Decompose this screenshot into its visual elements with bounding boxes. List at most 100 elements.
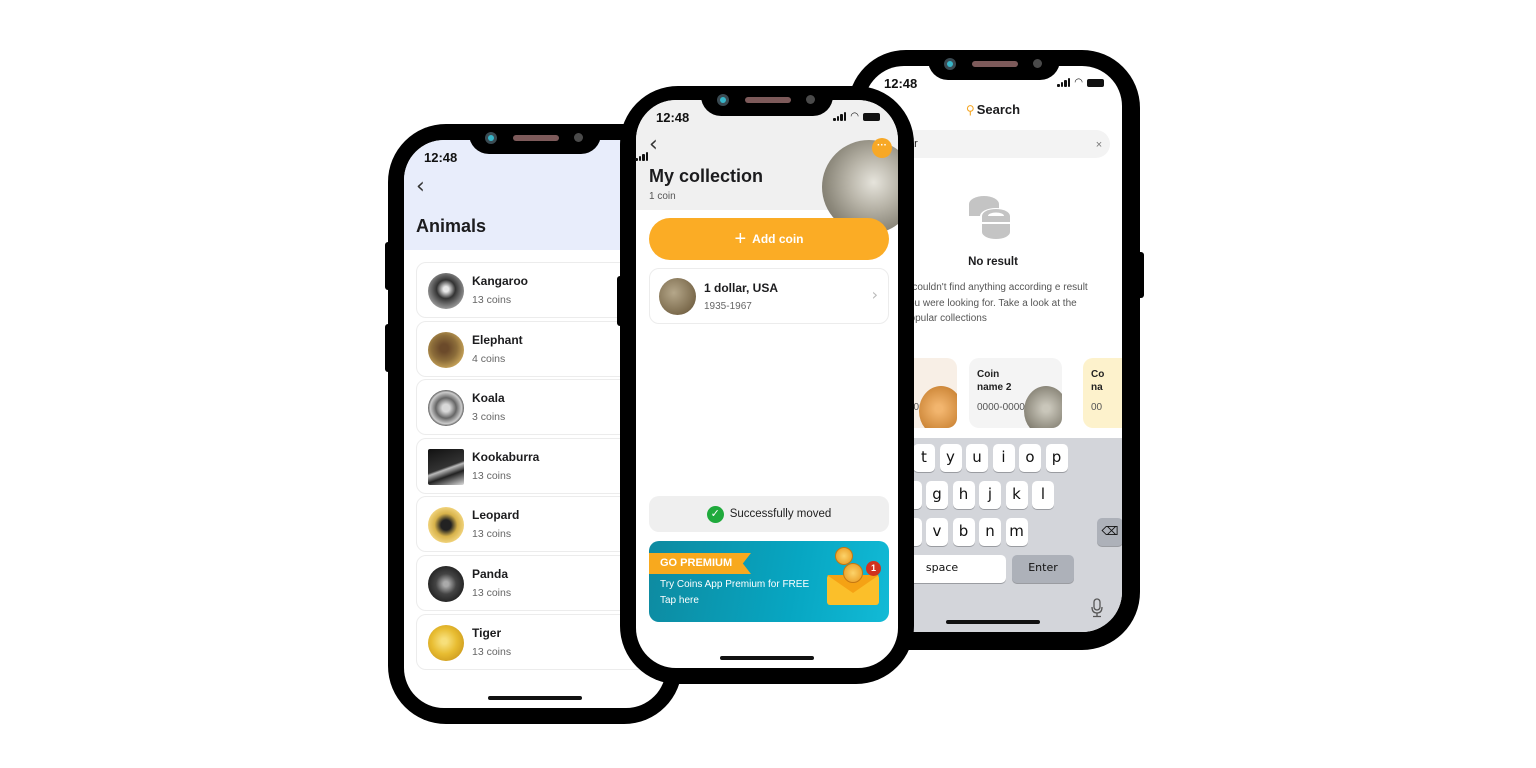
key-p[interactable]: p — [1045, 444, 1068, 472]
toast-message: Successfully moved — [729, 508, 832, 520]
item-count: 3 coins — [472, 411, 506, 424]
volume-button — [617, 276, 623, 326]
coin-thumbnail — [428, 507, 464, 544]
key-g[interactable]: g — [926, 481, 948, 509]
add-coin-label: Add coin — [752, 232, 804, 246]
home-indicator — [488, 696, 582, 700]
envelope-coins-icon: 1 — [827, 547, 881, 605]
item-count: 13 coins — [472, 586, 512, 599]
item-count: 13 coins — [472, 469, 512, 482]
premium-offer-text: Try Coins App Premium for FREE — [660, 579, 810, 590]
battery-icon — [1087, 78, 1104, 87]
coin-thumbnail — [428, 448, 464, 485]
key-o[interactable]: o — [1019, 444, 1041, 472]
premium-ribbon: GO PREMIUM — [649, 553, 751, 574]
more-options-button[interactable]: ··· — [872, 138, 892, 158]
item-count: 13 coins — [472, 528, 512, 541]
item-name: Leopard — [472, 508, 520, 523]
signal-icon — [635, 152, 648, 161]
status-time: 12:48 — [884, 76, 918, 91]
key-k[interactable]: k — [1005, 481, 1028, 509]
notch — [469, 124, 601, 154]
coin-name: 1 dollar, USA — [704, 281, 779, 295]
key-u[interactable]: u — [966, 444, 988, 472]
coin-thumbnail — [428, 390, 464, 427]
chevron-right-icon: › — [871, 285, 878, 304]
search-title-text: Search — [976, 102, 1021, 117]
item-name: Koala — [472, 391, 505, 406]
status-icons — [635, 152, 648, 161]
signal-icon — [1057, 78, 1071, 87]
key-t[interactable]: t — [913, 444, 935, 472]
coin-thumbnail — [428, 331, 464, 368]
popular-card-2[interactable]: Coin name 2 0000-0000 — [969, 358, 1062, 428]
coin-count: 1 coin — [649, 191, 676, 202]
page-title: My collection — [649, 166, 764, 186]
go-premium-banner[interactable]: GO PREMIUM Try Coins App Premium for FRE… — [649, 541, 889, 622]
plus-icon: + — [734, 228, 747, 250]
coin-thumbnail — [428, 565, 464, 602]
key-i[interactable]: i — [992, 444, 1015, 472]
status-time: 12:48 — [656, 110, 690, 125]
premium-cta-text: Tap here — [660, 595, 699, 606]
coin-thumbnail — [428, 624, 464, 661]
popular-card-name: Co na — [1091, 369, 1105, 393]
coin-list-item[interactable]: 1 dollar, USA 1935-1967 › — [649, 268, 889, 324]
notch — [928, 50, 1060, 80]
coin-thumbnail — [659, 278, 696, 315]
volume-up-button — [385, 242, 391, 290]
item-name: Panda — [472, 566, 509, 581]
status-icons: ◠ — [1057, 77, 1104, 88]
clear-search-icon[interactable]: × — [1092, 138, 1106, 152]
check-circle-icon: ✓ — [706, 505, 724, 523]
popular-card-name: Coin name 2 — [977, 369, 1012, 393]
item-name: Kangaroo — [472, 274, 529, 288]
coins-stack-icon — [969, 196, 1012, 239]
key-j[interactable]: j — [979, 481, 1001, 509]
volume-down-button — [385, 324, 391, 372]
battery-icon — [863, 112, 880, 121]
back-chevron-icon[interactable]: ‹ — [416, 174, 425, 199]
notification-badge: 1 — [866, 561, 881, 576]
key-h[interactable]: h — [952, 481, 975, 509]
key-y[interactable]: y — [939, 444, 962, 472]
status-time: 12:48 — [424, 150, 458, 165]
signal-icon — [833, 112, 847, 121]
notch — [701, 86, 833, 116]
popular-collections: 0000 Coin name 2 0000-0000 Co na 00 — [864, 358, 1122, 428]
item-name: Kookaburra — [472, 449, 540, 464]
home-indicator — [946, 620, 1040, 624]
backspace-key[interactable]: ⌫ — [1097, 518, 1122, 546]
wifi-icon: ◠ — [850, 111, 859, 122]
item-count: 13 coins — [472, 645, 512, 658]
coin-image — [919, 386, 957, 428]
item-name: Tiger — [472, 625, 502, 640]
search-input[interactable] — [888, 130, 1110, 158]
search-icon: ⚲ — [965, 103, 975, 117]
item-count: 13 coins — [472, 294, 512, 306]
coin-image — [1024, 386, 1062, 428]
popular-card-3[interactable]: Co na 00 — [1083, 358, 1122, 428]
home-indicator — [720, 656, 814, 660]
key-m[interactable]: m — [1005, 518, 1028, 546]
wifi-icon: ◠ — [1074, 77, 1083, 88]
key-v[interactable]: v — [926, 518, 948, 546]
no-result-description: e couldn't find anything according e res… — [904, 282, 1088, 324]
add-coin-button[interactable]: + Add coin — [649, 218, 889, 260]
power-button — [1137, 252, 1144, 298]
key-n[interactable]: n — [979, 518, 1001, 546]
popular-card-years: 00 — [1091, 402, 1103, 413]
collection-screen: 12:48 ◠ ‹ ··· My collection 1 coin + Add… — [636, 100, 898, 668]
success-toast: ✓ Successfully moved — [649, 496, 889, 532]
coin-years: 1935-1967 — [704, 301, 752, 312]
microphone-icon[interactable] — [1090, 598, 1104, 618]
popular-card-years: 0000-0000 — [977, 402, 1025, 413]
page-title: Animals — [416, 216, 487, 236]
phone-collection: 12:48 ◠ ‹ ··· My collection 1 coin + Add… — [617, 86, 914, 684]
enter-key[interactable]: Enter — [1012, 555, 1074, 583]
back-chevron-icon[interactable]: ‹ — [649, 132, 658, 157]
key-l[interactable]: l — [1032, 481, 1054, 509]
item-count: 4 coins — [472, 352, 506, 365]
key-b[interactable]: b — [952, 518, 975, 546]
status-icons: ◠ — [833, 111, 880, 122]
